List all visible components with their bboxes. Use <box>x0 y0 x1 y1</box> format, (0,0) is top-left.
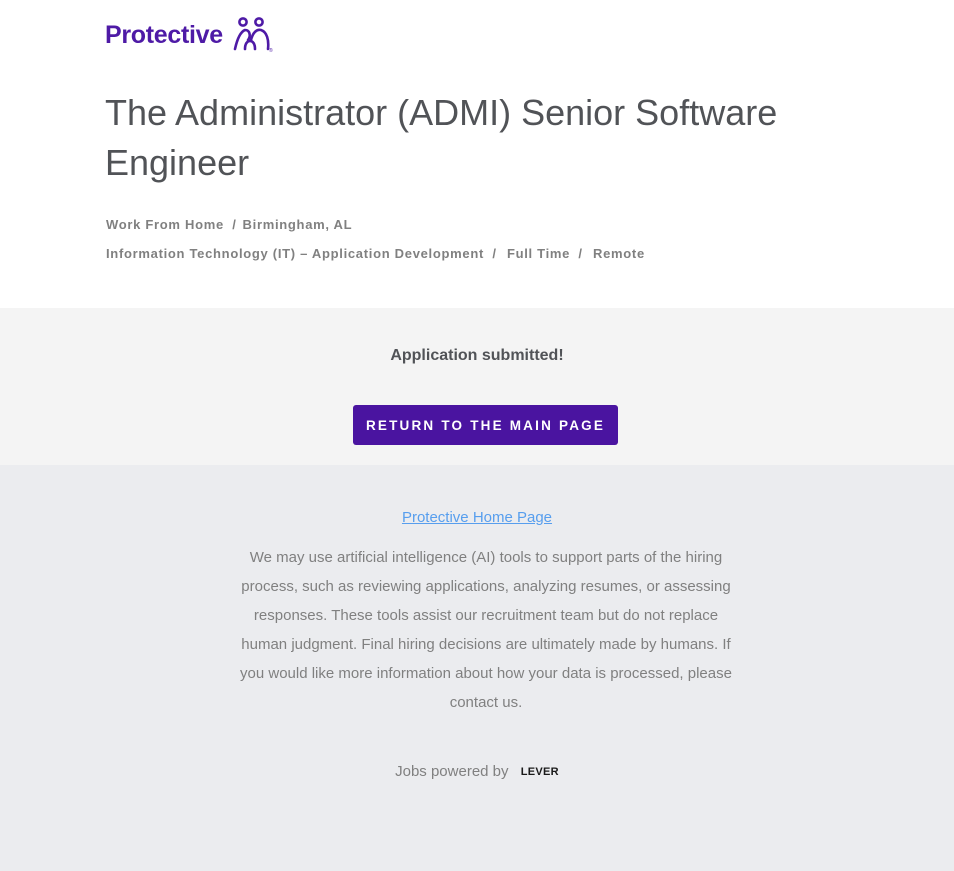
separator: / <box>578 246 583 261</box>
protective-logo[interactable]: Protective ® <box>105 16 273 54</box>
job-location-line: Work From Home / Birmingham, AL <box>106 217 352 232</box>
powered-by-line[interactable]: Jobs powered by LEVER <box>0 763 954 780</box>
ai-disclaimer-text: We may use artificial intelligence (AI) … <box>240 549 732 711</box>
svg-text:®: ® <box>269 47 273 54</box>
job-team: Information Technology (IT) – Applicatio… <box>106 246 485 261</box>
powered-by-text: Jobs powered by <box>395 763 509 780</box>
page-footer: Protective Home Page We may use artifici… <box>0 465 954 871</box>
work-location: Work From Home <box>106 217 224 232</box>
people-logo-icon: ® <box>233 17 273 54</box>
job-city: Birmingham, AL <box>242 217 353 232</box>
page-title: The Administrator (ADMI) Senior Software… <box>105 92 778 183</box>
return-to-main-page-button[interactable]: RETURN TO THE MAIN PAGE <box>353 405 618 445</box>
separator: / <box>492 246 497 261</box>
job-commitment: Full Time <box>506 246 571 261</box>
confirmation-section: Application submitted! RETURN TO THE MAI… <box>0 308 954 465</box>
job-workplace: Remote <box>593 246 645 261</box>
lever-logo: LEVER <box>520 766 559 778</box>
logo-wordmark: Protective <box>105 20 223 49</box>
job-header: Protective ® The Administrator (ADMI) Se… <box>0 0 954 308</box>
separator: / <box>232 217 237 232</box>
job-category-line: Information Technology (IT) – Applicatio… <box>106 246 645 261</box>
submission-message: Application submitted! <box>390 347 564 364</box>
home-page-link[interactable]: Protective Home Page <box>0 509 954 526</box>
